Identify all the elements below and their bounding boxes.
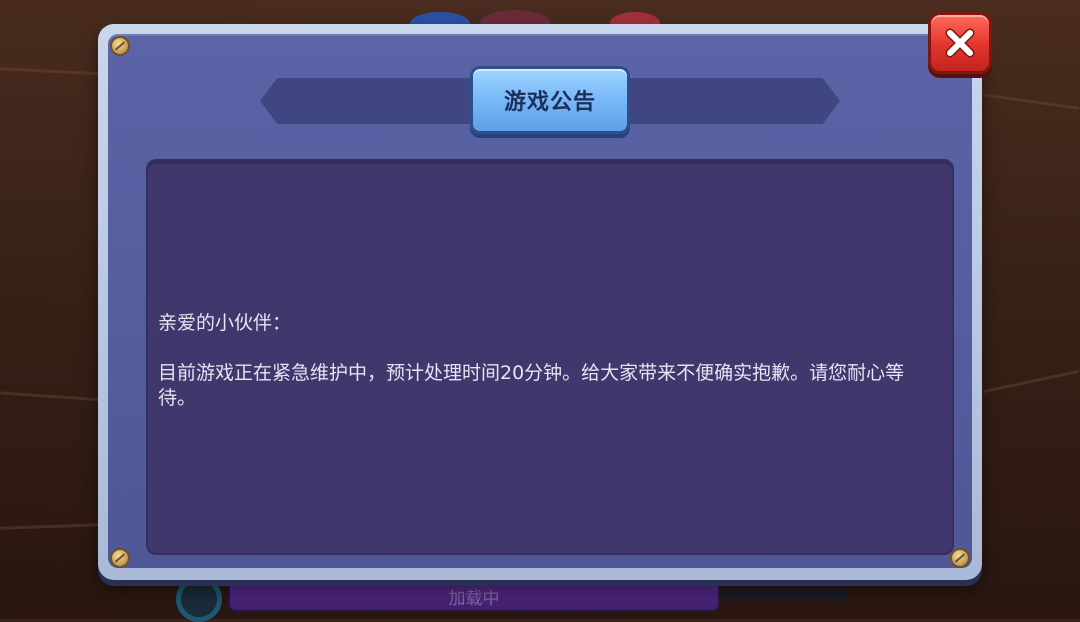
dialog-body: 游戏公告 亲爱的小伙伴： 目前游戏正在紧急维护中，预计处理时间20分钟。给大家带… [108,34,972,568]
loading-track [716,590,848,602]
loading-label: 加载中 [448,588,500,609]
screw-icon [110,36,130,56]
announcement-text: 亲爱的小伙伴： 目前游戏正在紧急维护中，预计处理时间20分钟。给大家带来不便确实… [158,311,942,411]
dialog-title-tab: 游戏公告 [470,66,630,134]
loading-bar: 加载中 [228,576,720,612]
announcement-message: 目前游戏正在紧急维护中，预计处理时间20分钟。给大家带来不便确实抱歉。请您耐心等… [158,362,905,409]
announcement-dialog: 游戏公告 亲爱的小伙伴： 目前游戏正在紧急维护中，预计处理时间20分钟。给大家带… [98,24,982,580]
background-plank [0,523,101,530]
background-plank [0,391,105,402]
announcement-greeting: 亲爱的小伙伴： [158,312,292,334]
announcement-content-panel[interactable]: 亲爱的小伙伴： 目前游戏正在紧急维护中，预计处理时间20分钟。给大家带来不便确实… [146,159,954,555]
dialog-title: 游戏公告 [503,90,596,115]
close-icon [945,28,975,58]
screw-icon [110,548,130,568]
background-plank [0,67,111,76]
loading-spinner-icon [176,576,222,622]
screw-icon [950,548,970,568]
background-plank [982,369,1080,394]
background-plank [982,93,1080,110]
close-button[interactable] [928,12,992,74]
